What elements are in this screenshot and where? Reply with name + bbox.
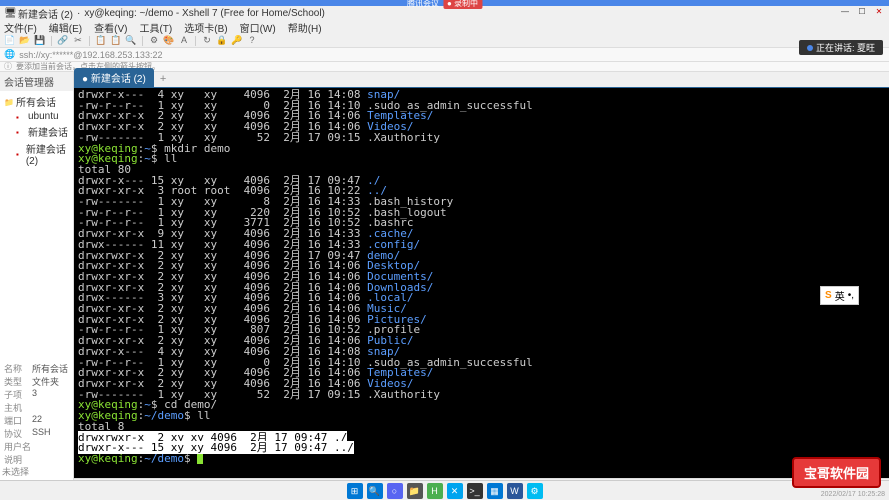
copy-icon[interactable]: 📋 (95, 35, 107, 47)
cursor (197, 454, 203, 464)
find-icon[interactable]: 🔍 (125, 35, 137, 47)
ime-lang: 英 (835, 288, 845, 303)
prop-row: 子项3 (2, 388, 72, 401)
menu-item[interactable]: 选项卡(B) (184, 20, 227, 35)
menu-item[interactable]: 查看(V) (94, 20, 127, 35)
new-icon[interactable]: 📄 (4, 35, 16, 47)
close-button[interactable]: ✕ (871, 6, 887, 18)
term-line: xy@keqing:~/demo$ ll (78, 411, 885, 422)
tree-item[interactable]: 📁所有会话 (2, 93, 71, 110)
menu-item[interactable]: 编辑(E) (49, 20, 82, 35)
tab-add-button[interactable]: + (154, 71, 172, 87)
taskbar-app[interactable]: 🔍 (367, 483, 383, 499)
lock-icon[interactable]: 🔒 (216, 35, 228, 47)
address-text[interactable]: ssh://xy:******@192.168.253.133:22 (19, 50, 162, 60)
refresh-icon[interactable]: ↻ (201, 35, 213, 47)
help-icon[interactable]: ? (246, 35, 258, 47)
taskbar-app[interactable]: ⊞ (347, 483, 363, 499)
watermark: 宝哥软件园 (792, 457, 881, 488)
tree-item-label: 新建会话 (28, 124, 68, 139)
speaking-indicator: 正在讲话: 夏旺 (799, 40, 883, 55)
terminal[interactable]: drwxr-x--- 4 xy xy 4096 2月 16 14:08 snap… (74, 88, 889, 478)
tree-item[interactable]: ▪ubuntu (2, 110, 71, 123)
address-bar: 🌐 ssh://xy:******@192.168.253.133:22 (0, 48, 889, 62)
tab-title: 新建会话 (2) (18, 6, 73, 21)
save-icon[interactable]: 💾 (34, 35, 46, 47)
session-header: 会话管理器 (0, 72, 73, 91)
taskbar-app[interactable]: 📁 (407, 483, 423, 499)
ime-badge-icon: S (825, 290, 832, 301)
key-icon[interactable]: 🔑 (231, 35, 243, 47)
font-icon[interactable]: A (178, 35, 190, 47)
tab-active[interactable]: ● 新建会话 (2) (74, 68, 154, 87)
menu-item[interactable]: 工具(T) (139, 20, 172, 35)
tree-item-label: 所有会话 (16, 94, 56, 109)
tree-item-icon: 📁 (4, 98, 14, 106)
prop-row: 主机 (2, 401, 72, 414)
prop-row: 端口22 (2, 414, 72, 427)
open-icon[interactable]: 📂 (19, 35, 31, 47)
menu-bar: 文件(F) 编辑(E) 查看(V) 工具(T) 选项卡(B) 窗口(W) 帮助(H) (0, 20, 889, 34)
window-title: xy@keqing: ~/demo - Xshell 7 (Free for H… (84, 8, 325, 19)
prop-row: 名称所有会话 (2, 362, 72, 375)
disconnect-icon[interactable]: ✂ (72, 35, 84, 47)
term-line: xy@keqing:~$ ll (78, 154, 885, 165)
toolbar: 📄 📂 💾 🔗 ✂ 📋 📋 🔍 ⚙ 🎨 A ↻ 🔒 🔑 ? (0, 34, 889, 48)
prop-row: 类型文件夹 (2, 375, 72, 388)
session-tree: 📁所有会话▪ubuntu▪新建会话▪新建会话 (2) (0, 91, 73, 170)
menu-item[interactable]: 文件(F) (4, 20, 37, 35)
recording-indicator: ● 录制中 (443, 0, 482, 9)
term-line: xy@keqing:~$ mkdir demo (78, 144, 885, 155)
menu-item[interactable]: 帮助(H) (288, 20, 322, 35)
color-icon[interactable]: 🎨 (163, 35, 175, 47)
term-line: drwxr-x--- 15 xy xy 4096 2月 17 09:47 ../ (78, 443, 885, 454)
taskbar-app[interactable]: W (507, 483, 523, 499)
props-icon[interactable]: ⚙ (148, 35, 160, 47)
tree-item[interactable]: ▪新建会话 (2) (2, 140, 71, 168)
tree-item-icon: ▪ (16, 113, 26, 121)
connect-icon[interactable]: 🔗 (57, 35, 69, 47)
tab-bar: ● 新建会话 (2) + (74, 72, 889, 88)
meeting-name: 腾讯会议 (407, 0, 439, 9)
prop-row: 用户名 (2, 440, 72, 453)
paste-icon[interactable]: 📋 (110, 35, 122, 47)
taskbar-app[interactable]: >_ (467, 483, 483, 499)
taskbar-app[interactable]: H (427, 483, 443, 499)
taskbar: ⊞🔍○📁H✕>_▦W⚙ (0, 480, 889, 500)
tree-item-label: ubuntu (28, 111, 59, 122)
tree-item[interactable]: ▪新建会话 (2, 123, 71, 140)
not-selected-label: 未选择 (2, 465, 29, 478)
ime-indicator[interactable]: S 英 •, (820, 286, 859, 305)
prop-row: 协议SSH (2, 427, 72, 440)
tree-item-label: 新建会话 (2) (26, 141, 69, 167)
ime-dots: •, (848, 290, 854, 301)
term-line: xy@keqing:~/demo$ (78, 454, 885, 465)
watermark-date: 2022/02/17 10:25:28 (821, 491, 885, 498)
session-properties: 名称所有会话类型文件夹子项3主机端口22协议SSH用户名说明 (0, 360, 74, 468)
maximize-button[interactable]: ☐ (854, 6, 870, 18)
minimize-button[interactable]: — (837, 6, 853, 18)
taskbar-app[interactable]: ⚙ (527, 483, 543, 499)
tree-item-icon: ▪ (16, 150, 24, 158)
app-icon: 🖥 (4, 8, 14, 18)
tree-item-icon: ▪ (16, 128, 26, 136)
taskbar-app[interactable]: ○ (387, 483, 403, 499)
taskbar-app[interactable]: ✕ (447, 483, 463, 499)
menu-item[interactable]: 窗口(W) (240, 20, 276, 35)
taskbar-app[interactable]: ▦ (487, 483, 503, 499)
